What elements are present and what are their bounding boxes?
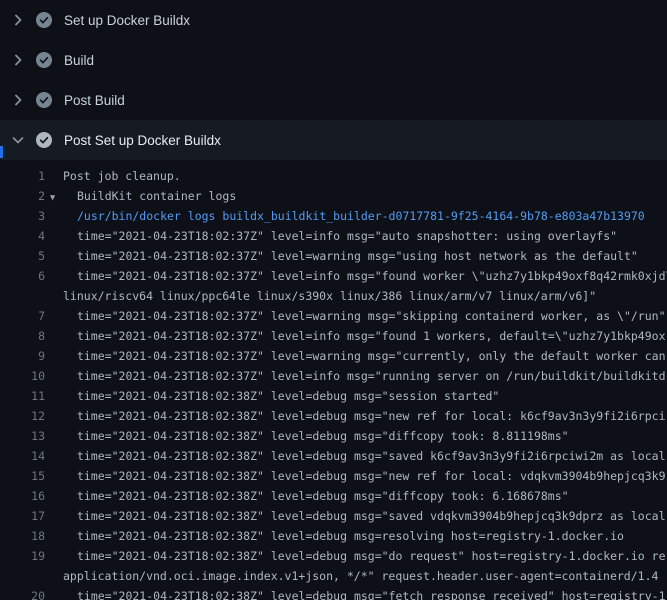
log-line-text: time="2021-04-23T18:02:38Z" level=debug …	[77, 446, 667, 466]
log-line-text: time="2021-04-23T18:02:37Z" level=warnin…	[77, 346, 667, 366]
check-circle-icon	[36, 92, 52, 108]
log-line-number[interactable]: 13	[0, 426, 45, 446]
step-row-build[interactable]: Build	[0, 40, 667, 80]
log-line-number[interactable]: 10	[0, 366, 45, 386]
step-label: Post Set up Docker Buildx	[64, 133, 221, 148]
chevron-right-icon	[8, 12, 28, 28]
log-line-number[interactable]: 8	[0, 326, 45, 346]
log-line-text: time="2021-04-23T18:02:37Z" level=warnin…	[77, 306, 666, 326]
check-circle-icon	[36, 132, 52, 148]
log-line-number[interactable]: 2	[0, 186, 45, 206]
step-label: Build	[64, 53, 94, 68]
log-row: 19 time="2021-04-23T18:02:38Z" level=deb…	[0, 546, 667, 566]
log-line-number[interactable]: 15	[0, 466, 45, 486]
log-line-number	[0, 566, 45, 586]
log-row: linux/riscv64 linux/ppc64le linux/s390x …	[0, 286, 667, 306]
log-line-number	[0, 286, 45, 306]
log-line-text: /usr/bin/docker logs buildx_buildkit_bui…	[77, 206, 645, 226]
step-row-post-set-up-docker-buildx[interactable]: Post Set up Docker Buildx	[0, 120, 667, 160]
log-row: 12 time="2021-04-23T18:02:38Z" level=deb…	[0, 406, 667, 426]
log-line-number[interactable]: 11	[0, 386, 45, 406]
log-line-number[interactable]: 7	[0, 306, 45, 326]
log-line-number[interactable]: 5	[0, 246, 45, 266]
log-row: 1 Post job cleanup.	[0, 166, 667, 186]
log-line-text: time="2021-04-23T18:02:37Z" level=info m…	[77, 266, 667, 286]
log-line-number[interactable]: 3	[0, 206, 45, 226]
log-line-text: time="2021-04-23T18:02:38Z" level=debug …	[77, 426, 569, 446]
log-line-number[interactable]: 16	[0, 486, 45, 506]
log-row: application/vnd.oci.image.index.v1+json,…	[0, 566, 667, 586]
chevron-down-icon	[8, 132, 28, 148]
log-line-number[interactable]: 20	[0, 586, 45, 600]
steps-list: Set up Docker Buildx Build	[0, 0, 667, 160]
log-row: 5 time="2021-04-23T18:02:37Z" level=warn…	[0, 246, 667, 266]
log-row: 18 time="2021-04-23T18:02:38Z" level=deb…	[0, 526, 667, 546]
log-line-number[interactable]: 4	[0, 226, 45, 246]
log-row: 2 ▼BuildKit container logs	[0, 186, 667, 206]
log-line-number[interactable]: 19	[0, 546, 45, 566]
log-line-text: time="2021-04-23T18:02:38Z" level=debug …	[77, 546, 666, 566]
log-line-text: Post job cleanup.	[63, 166, 181, 186]
check-circle-icon	[36, 12, 52, 28]
log-row: 9 time="2021-04-23T18:02:37Z" level=warn…	[0, 346, 667, 366]
log-row: 20 time="2021-04-23T18:02:38Z" level=deb…	[0, 586, 667, 600]
log-row: 4 time="2021-04-23T18:02:37Z" level=info…	[0, 226, 667, 246]
log-lines: 1 Post job cleanup. 2 ▼BuildKit containe…	[0, 160, 667, 600]
log-line-text: time="2021-04-23T18:02:38Z" level=debug …	[77, 486, 569, 506]
triangle-down-icon: ▼	[50, 188, 77, 206]
step-row-set-up-docker-buildx[interactable]: Set up Docker Buildx	[0, 0, 667, 40]
log-line-text: time="2021-04-23T18:02:38Z" level=debug …	[77, 466, 667, 486]
chevron-right-icon	[8, 92, 28, 108]
log-line-text: linux/riscv64 linux/ppc64le linux/s390x …	[63, 286, 596, 306]
log-line-number[interactable]: 12	[0, 406, 45, 426]
log-row: 17 time="2021-04-23T18:02:38Z" level=deb…	[0, 506, 667, 526]
log-line-text: application/vnd.oci.image.index.v1+json,…	[63, 566, 658, 586]
log-line-number[interactable]: 18	[0, 526, 45, 546]
log-line-text: time="2021-04-23T18:02:37Z" level=info m…	[77, 366, 667, 386]
log-line-text: time="2021-04-23T18:02:38Z" level=debug …	[77, 526, 624, 546]
log-row: 10 time="2021-04-23T18:02:37Z" level=inf…	[0, 366, 667, 386]
log-line-text: time="2021-04-23T18:02:38Z" level=debug …	[77, 406, 667, 426]
log-group-toggle[interactable]: ▼BuildKit container logs	[77, 186, 236, 206]
log-line-text: time="2021-04-23T18:02:38Z" level=debug …	[77, 506, 667, 526]
log-row: 13 time="2021-04-23T18:02:38Z" level=deb…	[0, 426, 667, 446]
log-row: 8 time="2021-04-23T18:02:37Z" level=info…	[0, 326, 667, 346]
log-line-text: time="2021-04-23T18:02:37Z" level=warnin…	[77, 246, 638, 266]
check-circle-icon	[36, 52, 52, 68]
log-row: 11 time="2021-04-23T18:02:38Z" level=deb…	[0, 386, 667, 406]
log-line-text: time="2021-04-23T18:02:37Z" level=info m…	[77, 226, 617, 246]
log-line-number[interactable]: 9	[0, 346, 45, 366]
chevron-right-icon	[8, 52, 28, 68]
log-row: 16 time="2021-04-23T18:02:38Z" level=deb…	[0, 486, 667, 506]
job-log-viewer: Set up Docker Buildx Build	[0, 0, 667, 600]
log-row: 3 /usr/bin/docker logs buildx_buildkit_b…	[0, 206, 667, 226]
log-line-text: time="2021-04-23T18:02:38Z" level=debug …	[77, 586, 666, 600]
log-row: 15 time="2021-04-23T18:02:38Z" level=deb…	[0, 466, 667, 486]
log-line-number[interactable]: 6	[0, 266, 45, 286]
focus-indicator	[0, 146, 3, 158]
log-row: 7 time="2021-04-23T18:02:37Z" level=warn…	[0, 306, 667, 326]
log-row: 14 time="2021-04-23T18:02:38Z" level=deb…	[0, 446, 667, 466]
step-label: Post Build	[64, 93, 125, 108]
log-row: 6 time="2021-04-23T18:02:37Z" level=info…	[0, 266, 667, 286]
log-line-number[interactable]: 14	[0, 446, 45, 466]
log-line-number[interactable]: 17	[0, 506, 45, 526]
log-line-number[interactable]: 1	[0, 166, 45, 186]
step-row-post-build[interactable]: Post Build	[0, 80, 667, 120]
log-line-text: time="2021-04-23T18:02:37Z" level=info m…	[77, 326, 667, 346]
log-line-text: time="2021-04-23T18:02:38Z" level=debug …	[77, 386, 499, 406]
step-label: Set up Docker Buildx	[64, 13, 190, 28]
